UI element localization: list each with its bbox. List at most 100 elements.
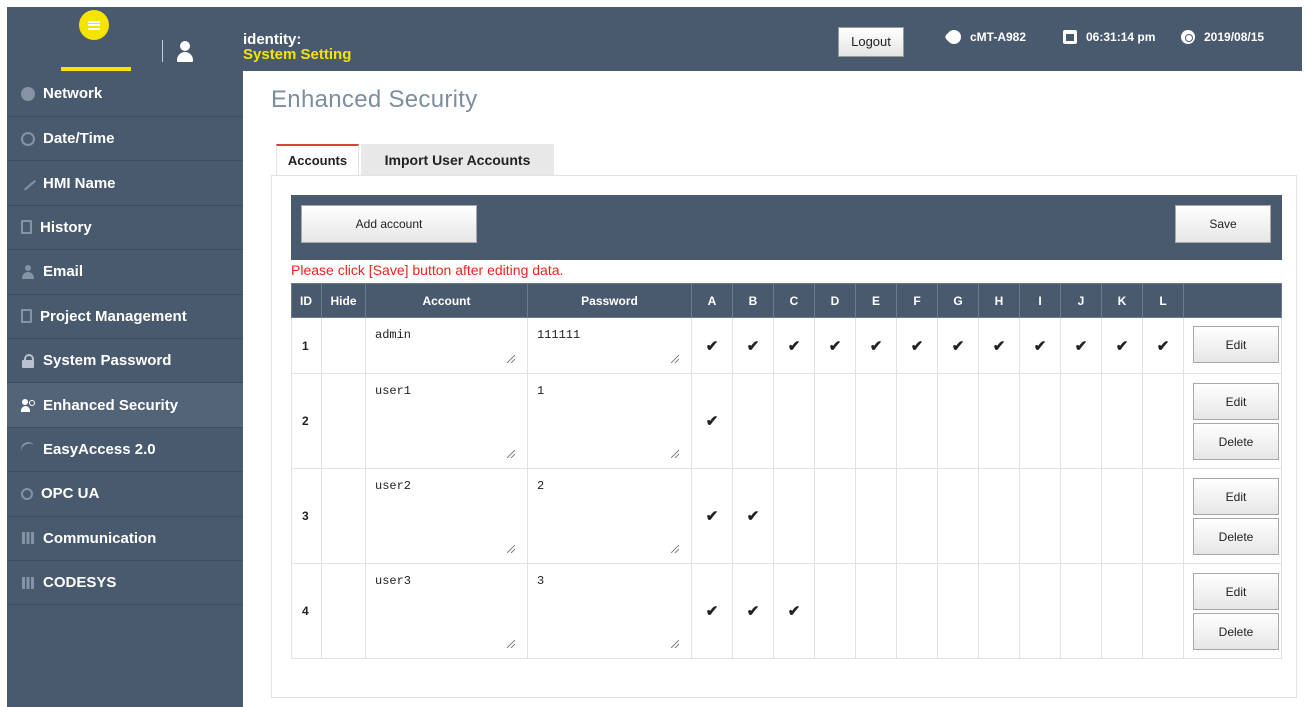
password-input[interactable]: 2 [537, 479, 679, 553]
permission-c-cell[interactable] [773, 373, 815, 469]
permission-e-cell[interactable] [855, 373, 897, 469]
permission-d-cell[interactable] [814, 563, 856, 659]
password-input[interactable]: 111111 [537, 328, 679, 363]
sidebar-item-network[interactable]: Network [7, 71, 243, 117]
permission-c-cell[interactable]: ✔ [773, 317, 815, 374]
permission-d-cell[interactable] [814, 373, 856, 469]
password-input[interactable]: 1 [537, 384, 679, 458]
resize-grip-icon[interactable] [507, 450, 515, 458]
permission-b-cell[interactable]: ✔ [732, 468, 774, 564]
sidebar-item-enhanced-security[interactable]: Enhanced Security [7, 383, 243, 428]
permission-g-cell[interactable] [937, 563, 979, 659]
delete-button[interactable]: Delete [1193, 613, 1279, 650]
permission-l-cell[interactable] [1142, 563, 1184, 659]
tab-accounts[interactable]: Accounts [276, 144, 359, 175]
permission-i-cell[interactable] [1019, 373, 1061, 469]
permission-f-cell[interactable]: ✔ [896, 317, 938, 374]
sidebar-item-system-password[interactable]: System Password [7, 338, 243, 384]
check-icon: ✔ [787, 337, 801, 355]
permission-k-cell[interactable]: ✔ [1101, 317, 1143, 374]
sidebar-item-label: Project Management [40, 307, 187, 325]
resize-grip-icon[interactable] [507, 545, 515, 553]
row-hide-cell[interactable] [321, 317, 366, 374]
menu-button[interactable] [79, 10, 109, 40]
resize-grip-icon[interactable] [507, 355, 515, 363]
permission-j-cell[interactable]: ✔ [1060, 317, 1102, 374]
permission-c-cell[interactable] [773, 468, 815, 564]
permission-g-cell[interactable] [937, 468, 979, 564]
sidebar-item-easyaccess[interactable]: EasyAccess 2.0 [7, 427, 243, 473]
delete-button[interactable]: Delete [1193, 518, 1279, 555]
permission-c-cell[interactable]: ✔ [773, 563, 815, 659]
permission-d-cell[interactable]: ✔ [814, 317, 856, 374]
permission-f-cell[interactable] [896, 563, 938, 659]
sidebar-item-opc-ua[interactable]: OPC UA [7, 472, 243, 517]
permission-h-cell[interactable]: ✔ [978, 317, 1020, 374]
permission-h-cell[interactable] [978, 468, 1020, 564]
check-icon: ✔ [1033, 337, 1047, 355]
logout-button[interactable]: Logout [838, 27, 904, 57]
add-account-button[interactable]: Add account [301, 205, 477, 243]
account-input[interactable]: admin [375, 328, 515, 363]
password-input[interactable]: 3 [537, 574, 679, 648]
permission-i-cell[interactable] [1019, 468, 1061, 564]
edit-button[interactable]: Edit [1193, 326, 1279, 363]
permission-b-cell[interactable]: ✔ [732, 317, 774, 374]
resize-grip-icon[interactable] [671, 450, 679, 458]
sidebar-item-communication[interactable]: Communication [7, 516, 243, 561]
sidebar-item-email[interactable]: Email [7, 250, 243, 295]
user-button[interactable] [175, 41, 195, 63]
edit-button[interactable]: Edit [1193, 383, 1279, 420]
permission-h-cell[interactable] [978, 373, 1020, 469]
permission-k-cell[interactable] [1101, 563, 1143, 659]
resize-grip-icon[interactable] [671, 355, 679, 363]
permission-j-cell[interactable] [1060, 373, 1102, 469]
document-icon [21, 220, 32, 235]
permission-i-cell[interactable]: ✔ [1019, 317, 1061, 374]
resize-grip-icon[interactable] [671, 640, 679, 648]
permission-i-cell[interactable] [1019, 563, 1061, 659]
permission-k-cell[interactable] [1101, 373, 1143, 469]
permission-e-cell[interactable] [855, 468, 897, 564]
permission-e-cell[interactable]: ✔ [855, 317, 897, 374]
permission-l-cell[interactable]: ✔ [1142, 317, 1184, 374]
row-hide-cell[interactable] [321, 563, 366, 659]
permission-j-cell[interactable] [1060, 563, 1102, 659]
permission-b-cell[interactable] [732, 373, 774, 469]
sidebar-item-project-management[interactable]: Project Management [7, 294, 243, 339]
sidebar-item-codesys[interactable]: CODESYS [7, 560, 243, 606]
permission-k-cell[interactable] [1101, 468, 1143, 564]
permission-f-cell[interactable] [896, 373, 938, 469]
current-time: 06:31:14 pm [1086, 30, 1156, 44]
sidebar-item-hmi-name[interactable]: HMI Name [7, 161, 243, 206]
permission-a-cell[interactable]: ✔ [691, 563, 733, 659]
permission-b-cell[interactable]: ✔ [732, 563, 774, 659]
save-button[interactable]: Save [1175, 205, 1271, 243]
account-input[interactable]: user1 [375, 384, 515, 458]
sidebar-item-date-time[interactable]: Date/Time [7, 117, 243, 162]
permission-g-cell[interactable]: ✔ [937, 317, 979, 374]
permission-l-cell[interactable] [1142, 373, 1184, 469]
row-hide-cell[interactable] [321, 373, 366, 469]
clock-icon [21, 131, 35, 146]
resize-grip-icon[interactable] [671, 545, 679, 553]
permission-e-cell[interactable] [855, 563, 897, 659]
permission-f-cell[interactable] [896, 468, 938, 564]
sidebar-item-history[interactable]: History [7, 205, 243, 251]
account-input[interactable]: user2 [375, 479, 515, 553]
permission-a-cell[interactable]: ✔ [691, 468, 733, 564]
permission-h-cell[interactable] [978, 563, 1020, 659]
permission-d-cell[interactable] [814, 468, 856, 564]
edit-button[interactable]: Edit [1193, 573, 1279, 610]
row-hide-cell[interactable] [321, 468, 366, 564]
resize-grip-icon[interactable] [507, 640, 515, 648]
delete-button[interactable]: Delete [1193, 423, 1279, 460]
permission-g-cell[interactable] [937, 373, 979, 469]
account-input[interactable]: user3 [375, 574, 515, 648]
tab-import-user-accounts[interactable]: Import User Accounts [361, 144, 554, 175]
permission-j-cell[interactable] [1060, 468, 1102, 564]
permission-a-cell[interactable]: ✔ [691, 373, 733, 469]
edit-button[interactable]: Edit [1193, 478, 1279, 515]
permission-l-cell[interactable] [1142, 468, 1184, 564]
permission-a-cell[interactable]: ✔ [691, 317, 733, 374]
